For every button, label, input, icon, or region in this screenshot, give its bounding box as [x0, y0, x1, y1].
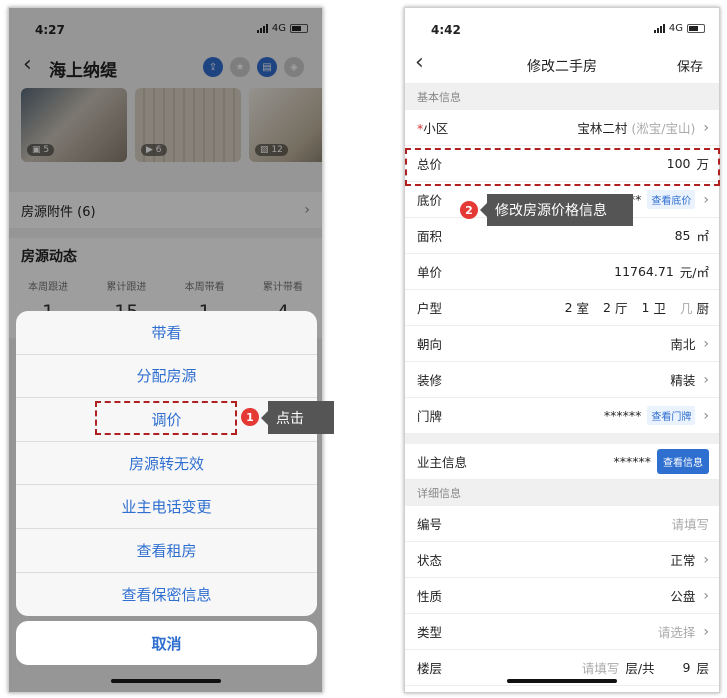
highlight-box: [95, 401, 237, 435]
nav-header: ‹ 修改二手房 保存: [405, 48, 719, 84]
field-layout[interactable]: 户型 2室 2厅 1卫 几厨: [405, 290, 719, 326]
chevron-right-icon: ›: [703, 587, 709, 604]
option-view-secret-info[interactable]: 查看保密信息: [16, 573, 317, 616]
option-view-rental[interactable]: 查看租房: [16, 529, 317, 573]
view-door-link[interactable]: 查看门牌: [647, 406, 696, 425]
tooltip-callout: 修改房源价格信息: [480, 194, 633, 226]
cancel-button[interactable]: 取消: [16, 621, 317, 665]
field-unit-price: 单价 11764.71 元/㎡: [405, 254, 719, 290]
action-sheet: 带看 分配房源 调价 房源转无效 业主电话变更 查看租房 查看保密信息: [16, 311, 317, 616]
code-input[interactable]: 请填写: [671, 514, 709, 533]
chevron-right-icon: ›: [703, 623, 709, 640]
option-mark-invalid[interactable]: 房源转无效: [16, 442, 317, 486]
field-state[interactable]: 状态 正常 ›: [405, 542, 719, 578]
page-title: 修改二手房: [527, 59, 597, 75]
option-assign-listing[interactable]: 分配房源: [16, 355, 317, 399]
view-floor-price-link[interactable]: 查看底价: [647, 190, 696, 209]
divider: [405, 434, 719, 444]
status-time: 4:42: [431, 23, 461, 37]
highlight-box: [405, 148, 720, 186]
option-accompany-viewing[interactable]: 带看: [16, 311, 317, 355]
floor-input[interactable]: 请填写: [582, 658, 620, 677]
field-orientation[interactable]: 朝向 南北 ›: [405, 326, 719, 362]
view-owner-info-button[interactable]: 查看信息: [657, 449, 709, 474]
chevron-right-icon: ›: [703, 371, 709, 388]
option-change-owner-phone[interactable]: 业主电话变更: [16, 485, 317, 529]
field-community[interactable]: *小区 宝林二村 (淞宝/宝山) ›: [405, 110, 719, 146]
step-badge: 2: [460, 201, 478, 219]
section-basic-info: 基本信息: [405, 84, 719, 110]
chevron-right-icon: ›: [703, 551, 709, 568]
chevron-right-icon: ›: [703, 407, 709, 424]
chevron-right-icon: ›: [703, 119, 709, 136]
status-bar: 4:42 4G: [405, 8, 719, 48]
home-indicator: [110, 679, 221, 683]
chevron-right-icon: ›: [703, 335, 709, 352]
home-indicator: [507, 679, 617, 683]
field-door-number[interactable]: 门牌 ****** 查看门牌 ›: [405, 398, 719, 434]
right-phone-screen: 4:42 4G ‹ 修改二手房 保存 基本信息 *小区 宝林二村 (淞宝/宝山)…: [404, 7, 720, 693]
field-owner-info[interactable]: 业主信息 ****** 查看信息: [405, 444, 719, 480]
field-type[interactable]: 类型 请选择 ›: [405, 614, 719, 650]
battery-icon: [687, 24, 705, 33]
field-nature[interactable]: 性质 公盘 ›: [405, 578, 719, 614]
section-detail-info: 详细信息: [405, 480, 719, 506]
chevron-right-icon: ›: [703, 191, 709, 208]
left-phone-screen: 4:27 4G ‹ 海上纳缇 ⇪ ★ ▤ ◈ ▣ 5 ▶ 6 ▨ 12 房源附件…: [8, 7, 323, 693]
step-badge: 1: [241, 408, 259, 426]
signal-icon: [653, 24, 665, 33]
save-button[interactable]: 保存: [677, 56, 703, 75]
status-indicators: 4G: [653, 23, 705, 34]
tooltip-callout: 点击: [261, 401, 334, 434]
field-decoration[interactable]: 装修 精装 ›: [405, 362, 719, 398]
network-type: 4G: [668, 23, 683, 34]
field-code[interactable]: 编号 请填写: [405, 506, 719, 542]
